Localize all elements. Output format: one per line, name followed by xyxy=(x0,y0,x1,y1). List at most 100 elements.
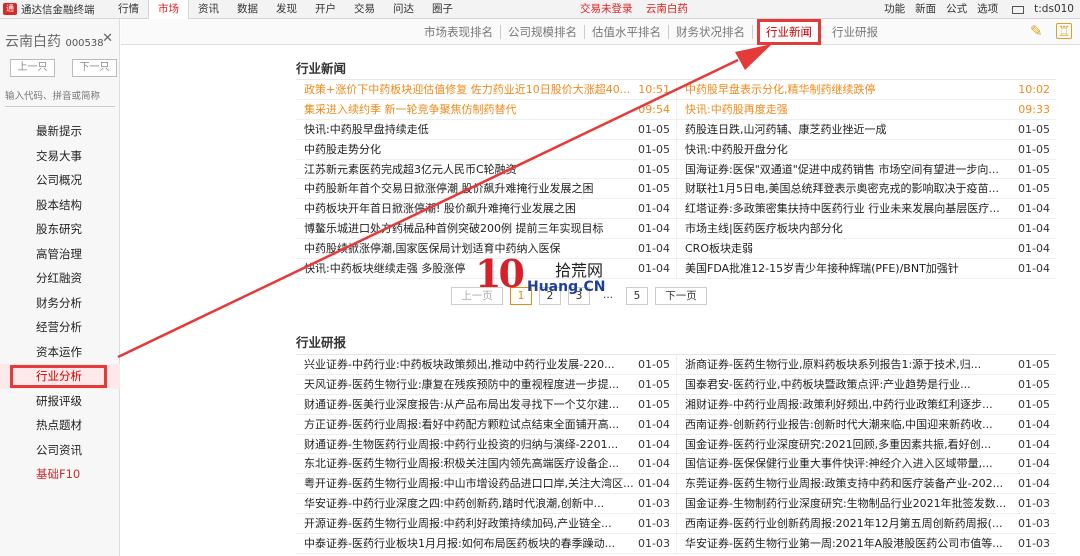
list-item[interactable]: 华安证券-中药行业深度之四:中药创新药,踏时代浪潮,创新中... 01-03 xyxy=(296,494,676,513)
list-item[interactable]: 快讯:中药股早盘持续走低 01-05 xyxy=(296,120,676,139)
tab-2[interactable]: 估值水平排名 xyxy=(585,25,669,39)
menu-item-7[interactable]: 问达 xyxy=(384,0,423,19)
sidebar-item-4[interactable]: 股东研究 xyxy=(0,217,120,242)
menu-new-page[interactable]: 新面 xyxy=(915,0,936,19)
item-title[interactable]: 粤开证券-医药生物行业周报:中山市增设药品进口口岸,关注大湾区... xyxy=(304,474,634,493)
list-item[interactable]: 财联社1月5日电,美国总统拜登表示奥密克戎的影响取决于疫苗... 01-05 xyxy=(676,179,1056,199)
tab-5[interactable]: 行业研报 xyxy=(825,25,885,39)
item-title[interactable]: 方正证券-医药行业周报:看好中药配方颗粒试点结束全面铺开高... xyxy=(304,415,634,434)
tab-1[interactable]: 公司规模排名 xyxy=(501,25,585,39)
sidebar-item-10[interactable]: 行业分析 xyxy=(0,364,120,389)
sidebar-item-1[interactable]: 交易大事 xyxy=(0,144,120,169)
sidebar-item-8[interactable]: 经营分析 xyxy=(0,315,120,340)
menu-item-8[interactable]: 圈子 xyxy=(423,0,462,19)
item-title[interactable]: 财通证券-生物医药行业周报:中药行业投资的归纳与演绎-2201... xyxy=(304,435,634,454)
sidebar-item-3[interactable]: 股本结构 xyxy=(0,193,120,218)
item-title[interactable]: 中药板块开年首日掀涨停潮! 股价飙升难掩行业发展之困 xyxy=(304,199,634,218)
menu-item-4[interactable]: 发现 xyxy=(267,0,306,19)
item-title[interactable]: 中泰证券-医药行业板块1月月报:如何布局医药板块的春季躁动... xyxy=(304,534,634,553)
item-title[interactable]: 华安证券-中药行业深度之四:中药创新药,踏时代浪潮,创新中... xyxy=(304,494,634,513)
list-item[interactable]: 天风证券-医药生物行业:康复在残疾预防中的重视程度进一步提... 01-05 xyxy=(296,375,676,394)
list-item[interactable]: 中药股新年首个交易日掀涨停潮 股价飙升难掩行业发展之困 01-05 xyxy=(296,179,676,198)
sidebar-item-9[interactable]: 资本运作 xyxy=(0,340,120,365)
list-item[interactable]: 快讯:中药股开盘分化 01-05 xyxy=(676,139,1056,159)
list-item[interactable]: 药股连日跌,山河药辅、康芝药业挫近一成 01-05 xyxy=(676,119,1056,139)
menu-item-0[interactable]: 行情 xyxy=(109,0,148,19)
page-5-button[interactable]: 5 xyxy=(626,287,648,305)
list-item[interactable]: 中药股走势分化 01-05 xyxy=(296,140,676,159)
list-item[interactable]: 集采进入续约季 新一轮竞争聚焦仿制药替代 09:54 xyxy=(296,100,676,119)
item-title[interactable]: 市场主线|医药医疗板块内部分化 xyxy=(685,219,1014,238)
item-title[interactable]: 快讯:中药股再度走强 xyxy=(685,100,1014,119)
list-item[interactable]: 中药板块开年首日掀涨停潮! 股价飙升难掩行业发展之困 01-04 xyxy=(296,199,676,218)
list-item[interactable]: 中药股早盘表示分化,精华制药继续跌停 10:02 xyxy=(676,80,1056,99)
item-title[interactable]: 东莞证券-医药生物行业周报:政策支持中药和医疗装备产业-202... xyxy=(685,474,1014,493)
item-title[interactable]: 红塔证券:多政策密集扶持中医药行业 行业未来发展向基层医疗... xyxy=(685,199,1014,218)
pen-icon[interactable]: ✎ xyxy=(1030,23,1046,39)
menu-item-2[interactable]: 资讯 xyxy=(189,0,228,19)
sidebar-item-5[interactable]: 高管治理 xyxy=(0,242,120,267)
sidebar-item-2[interactable]: 公司概况 xyxy=(0,168,120,193)
tab-4[interactable]: 行业新闻 xyxy=(757,19,821,45)
item-title[interactable]: 国泰君安-医药行业,中药板块暨政策点评:产业趋势是行业... xyxy=(685,375,1014,394)
list-item[interactable]: 东北证券-医药生物行业周报:积极关注国内领先高端医疗设备企... 01-04 xyxy=(296,454,676,473)
list-item[interactable]: 国泰君安-医药行业,中药板块暨政策点评:产业趋势是行业... 01-05 xyxy=(676,374,1056,394)
list-item[interactable]: 华安证券-医药生物行业第一周:2021年A股港股医药公司市值等... 01-03 xyxy=(676,534,1056,553)
list-item[interactable]: 政策+涨价下中药板块迎估值修复 佐力药业近10日股价大涨超40... 10:51 xyxy=(296,80,676,99)
item-title[interactable]: 浙商证券-医药生物行业,原料药板块系列报告1:源于技术,归... xyxy=(685,355,1014,374)
sidebar-item-6[interactable]: 分红融资 xyxy=(0,266,120,291)
list-item[interactable]: 方正证券-医药行业周报:看好中药配方颗粒试点结束全面铺开高... 01-04 xyxy=(296,415,676,434)
item-title[interactable]: 财联社1月5日电,美国总统拜登表示奥密克戎的影响取决于疫苗... xyxy=(685,179,1014,198)
trade-login-status[interactable]: 交易未登录 xyxy=(580,3,633,15)
item-title[interactable]: 开源证券-医药生物行业周报:中药利好政策持续加码,产业链全... xyxy=(304,514,634,533)
menu-formula[interactable]: 公式 xyxy=(946,0,967,19)
sidebar-item-7[interactable]: 财务分析 xyxy=(0,291,120,316)
list-item[interactable]: 兴业证券-中药行业:中药板块政策频出,推动中药行业发展-220... 01-05 xyxy=(296,355,676,374)
list-item[interactable]: 浙商证券-医药生物行业,原料药板块系列报告1:源于技术,归... 01-05 xyxy=(676,355,1056,374)
list-item[interactable]: 红塔证券:多政策密集扶持中医药行业 行业未来发展向基层医疗... 01-04 xyxy=(676,199,1056,219)
item-title[interactable]: 国海证券:医保"双通道"促进中成药销售 市场空间有望进一步向... xyxy=(685,160,1014,179)
item-title[interactable]: 快讯:中药股早盘持续走低 xyxy=(304,120,634,139)
list-item[interactable]: 财通证券-医美行业深度报告:从产品布局出发寻找下一个艾尔建... 01-05 xyxy=(296,395,676,414)
item-title[interactable]: 博鳌乐城进口处方药械品种首例突破200例 提前三年实现目标 xyxy=(304,219,634,238)
prev-stock-button[interactable]: 上一只 xyxy=(10,59,55,77)
item-title[interactable]: 西南证券-创新药行业报告:创新时代大潮来临,中国迎来新药收... xyxy=(685,415,1014,434)
sidebar-item-0[interactable]: 最新提示 xyxy=(0,119,120,144)
next-stock-button[interactable]: 下一只 xyxy=(72,59,117,77)
item-title[interactable]: 快讯:中药股开盘分化 xyxy=(685,140,1014,159)
list-item[interactable]: 财通证券-生物医药行业周报:中药行业投资的归纳与演绎-2201... 01-04 xyxy=(296,435,676,454)
tab-3[interactable]: 财务状况排名 xyxy=(669,25,753,39)
list-item[interactable]: 西南证券-医药行业创新药周报:2021年12月第五周创新药周报(... 01-03 xyxy=(676,514,1056,534)
item-title[interactable]: 政策+涨价下中药板块迎估值修复 佐力药业近10日股价大涨超40... xyxy=(304,80,634,99)
close-icon[interactable]: ✕ xyxy=(102,31,113,46)
item-title[interactable]: 湘财证券-中药行业周报:政策利好频出,中药行业政策红利逐步... xyxy=(685,395,1014,414)
list-item[interactable]: 国金证券-医药行业深度研究:2021回顾,多重因素共振,看好创... 01-04 xyxy=(676,434,1056,454)
item-title[interactable]: CRO板块走弱 xyxy=(685,239,1014,258)
item-title[interactable]: 国金证券-生物制药行业深度研究:生物制品行业2021年批签发数... xyxy=(685,494,1014,513)
list-item[interactable]: 西南证券-创新药行业报告:创新时代大潮来临,中国迎来新药收... 01-04 xyxy=(676,414,1056,434)
mail-icon[interactable] xyxy=(1012,6,1025,14)
search-input[interactable] xyxy=(5,87,115,107)
item-title[interactable]: 中药股新年首个交易日掀涨停潮 股价飙升难掩行业发展之困 xyxy=(304,179,634,198)
list-item[interactable]: 国海证券:医保"双通道"促进中成药销售 市场空间有望进一步向... 01-05 xyxy=(676,159,1056,179)
item-title[interactable]: 江苏新元素医药完成超3亿元人民币C轮融资 xyxy=(304,160,634,179)
item-title[interactable]: 天风证券-医药生物行业:康复在残疾预防中的重视程度进一步提... xyxy=(304,375,634,394)
list-item[interactable]: 国信证券-医保保健行业重大事件快评:神经介入进入区域带量,... 01-04 xyxy=(676,454,1056,474)
item-title[interactable]: 华安证券-医药生物行业第一周:2021年A股港股医药公司市值等... xyxy=(685,534,1014,553)
list-item[interactable]: 江苏新元素医药完成超3亿元人民币C轮融资 01-05 xyxy=(296,160,676,179)
sidebar-item-12[interactable]: 热点题材 xyxy=(0,413,120,438)
next-page-button[interactable]: 下一页 xyxy=(655,287,707,305)
list-item[interactable]: 东莞证券-医药生物行业周报:政策支持中药和医疗装备产业-202... 01-04 xyxy=(676,474,1056,494)
item-title[interactable]: 兴业证券-中药行业:中药板块政策频出,推动中药行业发展-220... xyxy=(304,355,634,374)
sidebar-item-14[interactable]: 基础F10 xyxy=(0,462,120,487)
list-item[interactable]: 快讯:中药股再度走强 09:33 xyxy=(676,99,1056,119)
item-title[interactable]: 集采进入续约季 新一轮竞争聚焦仿制药替代 xyxy=(304,100,634,119)
list-item[interactable]: 开源证券-医药生物行业周报:中药利好政策持续加码,产业链全... 01-03 xyxy=(296,514,676,533)
shirt-icon[interactable]: ♖ xyxy=(1056,23,1072,40)
item-title[interactable]: 国信证券-医保保健行业重大事件快评:神经介入进入区域带量,... xyxy=(685,454,1014,473)
item-title[interactable]: 财通证券-医美行业深度报告:从产品布局出发寻找下一个艾尔建... xyxy=(304,395,634,414)
menu-item-3[interactable]: 数据 xyxy=(228,0,267,19)
menu-item-5[interactable]: 开户 xyxy=(306,0,345,19)
menu-function[interactable]: 功能 xyxy=(884,0,905,19)
menu-item-1[interactable]: 市场 xyxy=(148,0,189,19)
